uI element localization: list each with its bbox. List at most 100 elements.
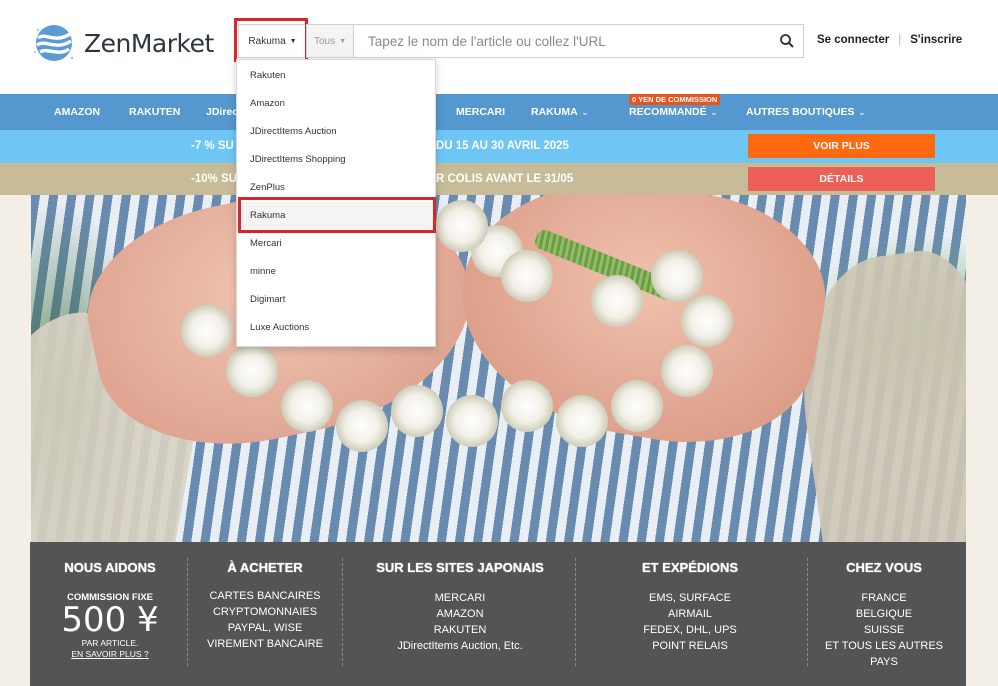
site-select-highlight: [234, 18, 308, 62]
info-line: BELGIQUE: [855, 608, 913, 620]
info-col-fee: NOUS AIDONS COMMISSION FIXE 500 ¥ PAR AR…: [40, 542, 180, 686]
hero-flower: [336, 400, 388, 452]
auth-separator: |: [898, 34, 902, 46]
dropdown-item-jdirectitems-auction[interactable]: JDirectItems Auction: [237, 118, 435, 146]
nav-item-mercari[interactable]: MERCARI: [456, 94, 505, 130]
zenmarket-logo-icon: [34, 25, 74, 61]
signup-link[interactable]: S'inscrire: [910, 34, 962, 46]
divider: [342, 558, 343, 666]
promo2-text-left: -10% SU: [191, 173, 238, 185]
info-col-lines: FRANCE BELGIQUE SUISSE ET TOUS LES AUTRE…: [814, 590, 954, 670]
info-line: FEDEX, DHL, UPS: [643, 624, 737, 636]
nav-item-autres-label: AUTRES BOUTIQUES: [746, 106, 855, 118]
info-col-title: CHEZ VOUS: [846, 560, 922, 575]
divider: [187, 558, 188, 666]
auth-links: Se connecter | S'inscrire: [817, 34, 962, 46]
nav-item-recommande-label: RECOMMANDÉ: [629, 106, 707, 118]
info-col-sites: SUR LES SITES JAPONAIS MERCARI AMAZON RA…: [350, 542, 570, 686]
dropdown-item-luxe-auctions[interactable]: Luxe Auctions: [237, 314, 435, 342]
info-col-shipping: ET EXPÉDIONS EMS, SURFACE AIRMAIL FEDEX,…: [590, 542, 790, 686]
info-col-lines: EMS, SURFACE AIRMAIL FEDEX, DHL, UPS POI…: [590, 590, 790, 654]
dropdown-item-minne[interactable]: minne: [237, 258, 435, 286]
promo-bar-2: -10% SU R COLIS AVANT LE 31/05 DÉTAILS: [0, 163, 998, 195]
commission-badge: 0 YEN DE COMMISSION: [629, 94, 721, 105]
hero-flower: [446, 395, 498, 447]
info-bar: NOUS AIDONS COMMISSION FIXE 500 ¥ PAR AR…: [30, 542, 966, 686]
hero-flower: [181, 305, 233, 357]
hero-flower: [501, 380, 553, 432]
nav-item-amazon[interactable]: AMAZON: [54, 94, 100, 130]
hero-flower: [436, 200, 488, 252]
info-line: ET TOUS LES AUTRES: [825, 640, 943, 652]
hero-flower: [651, 250, 703, 302]
learn-more-link[interactable]: EN SAVOIR PLUS ?: [40, 649, 180, 659]
promo2-text-right: R COLIS AVANT LE 31/05: [436, 173, 574, 185]
info-line: EMS, SURFACE: [649, 592, 731, 604]
info-col-lines: CARTES BANCAIRES CRYPTOMONNAIES PAYPAL, …: [195, 588, 335, 652]
search-icon[interactable]: [779, 33, 795, 49]
logo-text: ZenMarket: [84, 28, 214, 58]
voir-plus-button[interactable]: VOIR PLUS: [748, 134, 935, 158]
info-line: PAYPAL, WISE: [227, 622, 303, 634]
caret-down-icon: ▼: [339, 37, 347, 45]
info-line: AIRMAIL: [667, 608, 712, 620]
details-button[interactable]: DÉTAILS: [748, 167, 935, 191]
hero-flower: [611, 380, 663, 432]
dropdown-item-amazon[interactable]: Amazon: [237, 90, 435, 118]
chevron-down-icon: ⌄: [858, 108, 866, 117]
category-select-value: Tous: [313, 35, 336, 47]
hero-flower: [281, 380, 333, 432]
hero-flower: [591, 275, 643, 327]
info-line: SUISSE: [863, 624, 905, 636]
hero-image: [31, 195, 966, 542]
info-col-countries: CHEZ VOUS FRANCE BELGIQUE SUISSE ET TOUS…: [814, 542, 954, 686]
info-col-title: ET EXPÉDIONS: [641, 560, 739, 575]
site-header: ZenMarket Rakuma ▼ Tous ▼ Se connecter |…: [0, 0, 998, 94]
hero-flower: [226, 345, 278, 397]
dropdown-item-digimart[interactable]: Digimart: [237, 286, 435, 314]
search-box: [354, 24, 804, 58]
nav-item-rakuma[interactable]: RAKUMA ⌄: [531, 94, 588, 130]
nav-item-rakuma-label: RAKUMA: [531, 106, 578, 118]
info-line: RAKUTEN: [433, 624, 487, 636]
divider: [807, 558, 808, 666]
login-link[interactable]: Se connecter: [817, 34, 889, 46]
info-line: MERCARI: [434, 592, 486, 604]
main-nav: AMAZON RAKUTEN JDirect MERCARI RAKUMA ⌄ R…: [0, 94, 998, 130]
info-col-lines: MERCARI AMAZON RAKUTEN JDirectItems Auct…: [350, 590, 570, 654]
nav-item-rakuten[interactable]: RAKUTEN: [129, 94, 180, 130]
chevron-down-icon: ⌄: [581, 108, 589, 117]
promo1-text-left: -7 % SU: [191, 140, 234, 152]
info-line: PAYS: [870, 656, 898, 668]
info-line: POINT RELAIS: [652, 640, 728, 652]
dropdown-item-highlight: [238, 197, 436, 233]
dropdown-item-rakuten[interactable]: Rakuten: [237, 62, 435, 90]
divider: [575, 558, 576, 666]
category-select[interactable]: Tous ▼: [306, 24, 354, 58]
info-line: JDirectItems Auction, Etc.: [397, 640, 523, 652]
hero-flower: [556, 395, 608, 447]
dropdown-item-mercari[interactable]: Mercari: [237, 230, 435, 258]
hero-flower: [391, 385, 443, 437]
info-line: VIREMENT BANCAIRE: [207, 638, 323, 650]
dropdown-item-jdirectitems-shopping[interactable]: JDirectItems Shopping: [237, 146, 435, 174]
promo-bar-1: -7 % SU DU 15 AU 30 AVRIL 2025 VOIR PLUS: [0, 130, 998, 163]
info-line: FRANCE: [861, 592, 907, 604]
hero-flower: [681, 295, 733, 347]
info-line: AMAZON: [436, 608, 484, 620]
info-col-title: SUR LES SITES JAPONAIS: [376, 560, 544, 575]
promo1-text-right: DU 15 AU 30 AVRIL 2025: [436, 140, 569, 152]
hero-flower: [661, 345, 713, 397]
fee-price: 500 ¥: [61, 600, 159, 640]
chevron-down-icon: ⌄: [710, 108, 718, 117]
info-col-title: À ACHETER: [227, 560, 303, 575]
fee-unit: PAR ARTICLE.: [81, 638, 139, 648]
info-col-title: NOUS AIDONS: [64, 560, 156, 575]
info-col-payment: À ACHETER CARTES BANCAIRES CRYPTOMONNAIE…: [195, 542, 335, 686]
search-input[interactable]: [354, 25, 774, 57]
info-line: CARTES BANCAIRES: [209, 590, 321, 602]
hero-flower: [501, 250, 553, 302]
nav-item-autres-boutiques[interactable]: AUTRES BOUTIQUES ⌄: [746, 94, 865, 130]
logo[interactable]: ZenMarket: [32, 22, 222, 64]
info-line: CRYPTOMONNAIES: [212, 606, 318, 618]
